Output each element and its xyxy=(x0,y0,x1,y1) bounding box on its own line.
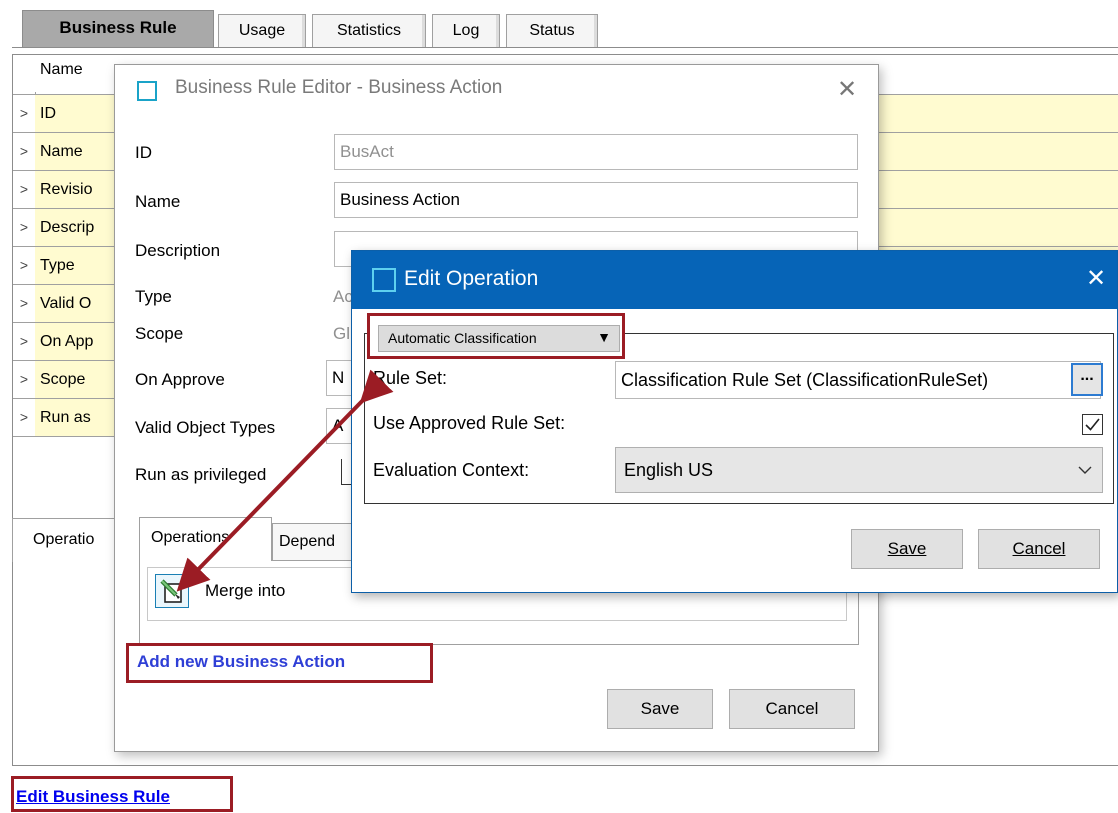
expand-icon[interactable]: > xyxy=(13,133,36,170)
name-label: Name xyxy=(135,192,181,211)
use-approved-checkbox[interactable] xyxy=(1082,414,1103,435)
tab-status[interactable]: Status xyxy=(506,14,598,48)
scope-value: Gl xyxy=(333,324,350,343)
description-label: Description xyxy=(135,241,221,260)
tab-dependencies[interactable]: Depend xyxy=(272,523,362,561)
close-icon[interactable]: ✕ xyxy=(837,75,857,104)
evaluation-context-label: Evaluation Context: xyxy=(373,460,530,480)
edit-business-rule-link[interactable]: Edit Business Rule xyxy=(16,787,170,807)
id-field[interactable]: BusAct xyxy=(334,134,858,170)
scope-label: Scope xyxy=(135,324,184,343)
browse-button[interactable]: ... xyxy=(1071,363,1103,396)
add-business-action-link[interactable]: Add new Business Action xyxy=(137,652,345,672)
dialog-title: Edit Operation xyxy=(404,267,539,290)
expand-icon[interactable]: > xyxy=(13,209,36,246)
edit-operation-icon[interactable] xyxy=(155,574,189,608)
expand-icon[interactable]: > xyxy=(13,95,36,132)
operation-type-dropdown[interactable]: Automatic Classification ▼ xyxy=(378,325,620,352)
name-field[interactable]: Business Action xyxy=(334,182,858,218)
chevron-down-icon xyxy=(1078,466,1092,474)
tab-usage[interactable]: Usage xyxy=(218,14,306,48)
evaluation-context-select[interactable]: English US xyxy=(615,447,1103,493)
rule-set-label: Rule Set: xyxy=(373,368,448,388)
rule-set-field[interactable]: Classification Rule Set (ClassificationR… xyxy=(615,361,1101,399)
save-button[interactable]: Save xyxy=(607,689,713,729)
dialog-titlebar: Edit Operation ✕ xyxy=(352,251,1117,309)
tab-divider xyxy=(12,47,1118,48)
tab-operations-bg[interactable]: Operatio xyxy=(12,518,116,562)
dropdown-arrow-icon: ▼ xyxy=(597,329,611,345)
checkmark-icon xyxy=(1085,418,1100,431)
expand-icon[interactable]: > xyxy=(13,171,36,208)
on-approve-label: On Approve xyxy=(135,370,225,389)
type-value: Ac xyxy=(333,287,353,306)
top-tab-bar: Business Rule Usage Statistics Log Statu… xyxy=(12,8,1118,48)
expand-icon[interactable]: > xyxy=(13,285,36,322)
use-approved-rule-set-label: Use Approved Rule Set: xyxy=(373,413,566,433)
tab-statistics[interactable]: Statistics xyxy=(312,14,426,48)
tab-log[interactable]: Log xyxy=(432,14,500,48)
panel-bottom-border xyxy=(12,765,1118,766)
valid-object-types-label: Valid Object Types xyxy=(135,418,276,437)
cancel-button[interactable]: Cancel xyxy=(978,529,1100,569)
expand-icon[interactable]: > xyxy=(13,323,36,360)
expand-icon[interactable]: > xyxy=(13,247,36,284)
cancel-button[interactable]: Cancel xyxy=(729,689,855,729)
window-icon xyxy=(372,268,396,292)
dialog-title: Business Rule Editor - Business Action xyxy=(175,77,503,98)
operation-item-label[interactable]: Merge into xyxy=(205,581,285,601)
tab-business-rule[interactable]: Business Rule xyxy=(22,10,214,48)
expand-icon[interactable]: > xyxy=(13,399,36,436)
close-icon[interactable]: ✕ xyxy=(1086,264,1106,293)
run-as-privileged-label: Run as privileged xyxy=(135,465,267,484)
id-label: ID xyxy=(135,143,152,162)
tab-operations[interactable]: Operations xyxy=(139,517,272,561)
expand-icon[interactable]: > xyxy=(13,361,36,398)
window-icon xyxy=(137,81,157,101)
type-label: Type xyxy=(135,287,172,306)
save-button[interactable]: Save xyxy=(851,529,963,569)
